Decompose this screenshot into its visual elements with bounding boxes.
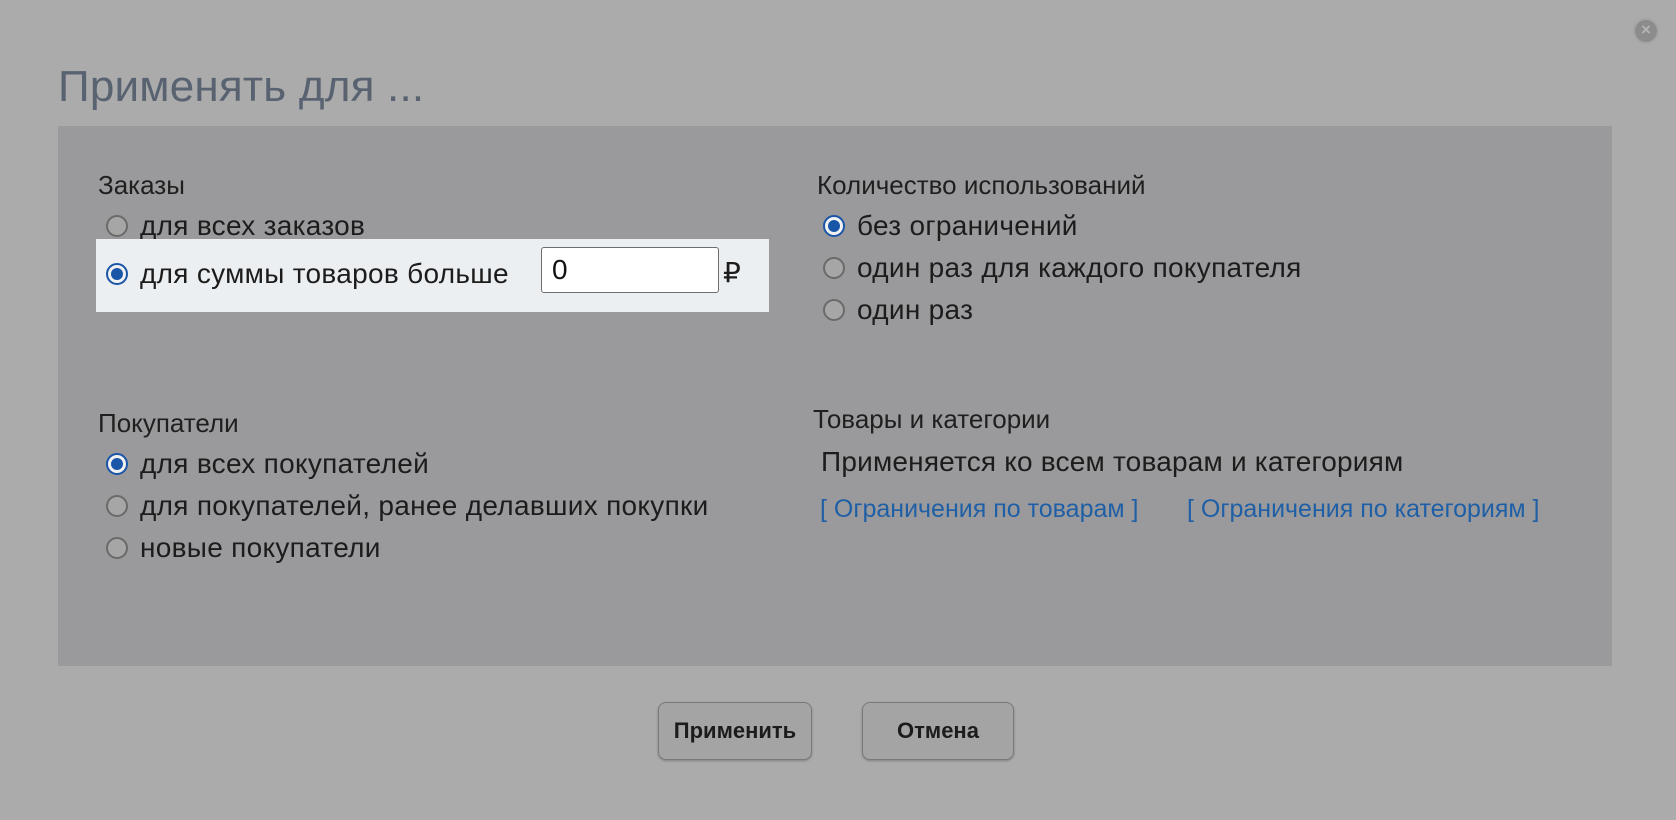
orders-all-label: для всех заказов xyxy=(140,210,366,241)
apply-for-dialog: × Применять для ... Заказы для всех зака… xyxy=(0,0,1676,820)
customers-all-label: для всех покупателей xyxy=(140,448,430,479)
orders-sum-label: для суммы товаров больше xyxy=(140,258,509,289)
customers-all-radio[interactable] xyxy=(106,453,128,475)
close-icon[interactable]: × xyxy=(1633,18,1659,44)
customers-new-option[interactable]: новые покупатели xyxy=(106,532,381,564)
customers-returning-label: для покупателей, ранее делавших покупки xyxy=(140,490,709,521)
customers-new-label: новые покупатели xyxy=(140,532,381,563)
ruble-currency-sign: ₽ xyxy=(723,257,741,288)
usage-once-per-customer-radio[interactable] xyxy=(823,257,845,279)
usage-once-label: один раз xyxy=(857,294,974,325)
customers-section-label: Покупатели xyxy=(98,408,239,438)
customers-returning-radio[interactable] xyxy=(106,495,128,517)
usage-unlimited-radio[interactable] xyxy=(823,215,845,237)
category-restrictions-link[interactable]: [ Ограничения по категориям ] xyxy=(1187,495,1539,524)
orders-sum-radio[interactable] xyxy=(106,263,128,285)
usage-once-per-customer-option[interactable]: один раз для каждого покупателя xyxy=(823,252,1302,284)
usage-unlimited-label: без ограничений xyxy=(857,210,1078,241)
orders-all-radio[interactable] xyxy=(106,215,128,237)
products-info-text: Применяется ко всем товарам и категориям xyxy=(821,446,1404,477)
usage-once-option[interactable]: один раз xyxy=(823,294,973,326)
cancel-button[interactable]: Отмена xyxy=(862,702,1014,760)
apply-button[interactable]: Применить xyxy=(658,702,812,760)
customers-returning-option[interactable]: для покупателей, ранее делавших покупки xyxy=(106,490,709,522)
products-section-label: Товары и категории xyxy=(813,404,1051,434)
product-restrictions-link[interactable]: [ Ограничения по товарам ] xyxy=(820,495,1138,524)
orders-all-option[interactable]: для всех заказов xyxy=(106,210,365,242)
settings-panel xyxy=(58,126,1612,666)
order-sum-amount-input[interactable] xyxy=(541,247,719,293)
customers-all-option[interactable]: для всех покупателей xyxy=(106,448,429,480)
dialog-title: Применять для ... xyxy=(58,62,425,111)
customers-new-radio[interactable] xyxy=(106,537,128,559)
orders-section-label: Заказы xyxy=(98,170,185,200)
usage-section-label: Количество использований xyxy=(817,170,1146,200)
usage-unlimited-option[interactable]: без ограничений xyxy=(823,210,1078,242)
usage-once-per-customer-label: один раз для каждого покупателя xyxy=(857,252,1302,283)
orders-sum-option[interactable]: для суммы товаров больше xyxy=(106,258,509,290)
usage-once-radio[interactable] xyxy=(823,299,845,321)
